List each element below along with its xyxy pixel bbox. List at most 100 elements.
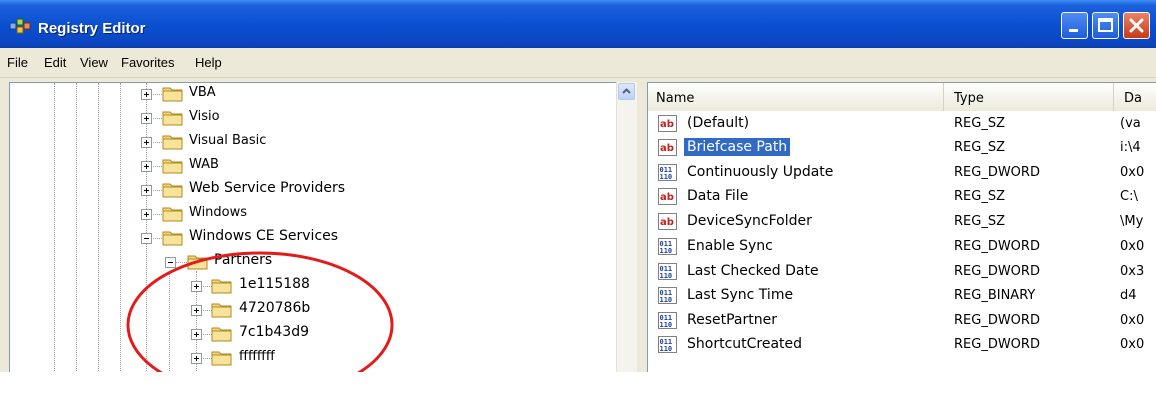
value-data: 0x0	[1120, 165, 1145, 180]
svg-text:110: 110	[660, 321, 673, 329]
tree-item-visio[interactable]: Visio	[10, 107, 610, 129]
window-title: Registry Editor	[38, 20, 146, 37]
value-type: REG_SZ	[954, 116, 1005, 131]
menu-edit[interactable]: Edit	[44, 55, 66, 70]
tree-item-wab[interactable]: WAB	[10, 155, 610, 177]
value-name: ShortcutCreated	[687, 336, 803, 352]
registry-value-row[interactable]: 011 110 Enable Sync REG_DWORD 0x0	[648, 236, 1156, 260]
registry-editor-app-icon	[9, 18, 31, 34]
tree-item-label: Web Service Providers	[189, 180, 346, 196]
value-type: REG_DWORD	[954, 165, 1040, 180]
svg-text:110: 110	[660, 173, 673, 181]
minimize-button[interactable]	[1061, 12, 1088, 39]
registry-value-row[interactable]: 011 110 Last Sync Time REG_BINARY d4	[648, 285, 1156, 309]
folder-icon	[162, 159, 183, 174]
value-name: Briefcase Path	[684, 138, 791, 156]
value-type: REG_DWORD	[954, 264, 1040, 279]
svg-text:110: 110	[660, 272, 673, 280]
expand-plus-icon[interactable]	[141, 137, 152, 148]
scroll-up-button[interactable]	[618, 83, 635, 100]
svg-text:ab: ab	[660, 143, 674, 154]
value-name: Last Sync Time	[687, 287, 794, 303]
tree-item-vba[interactable]: VBA	[10, 83, 610, 105]
expand-plus-icon[interactable]	[141, 161, 152, 172]
svg-text:110: 110	[660, 247, 673, 255]
value-type: REG_DWORD	[954, 313, 1040, 328]
folder-icon	[162, 111, 183, 126]
menu-help[interactable]: Help	[195, 55, 222, 70]
close-button[interactable]	[1123, 12, 1150, 39]
tree-item-visual-basic[interactable]: Visual Basic	[10, 131, 610, 153]
value-type: REG_DWORD	[954, 239, 1040, 254]
expand-plus-icon[interactable]	[141, 185, 152, 196]
tree-item-label: WAB	[189, 157, 219, 172]
registry-value-row[interactable]: ab DeviceSyncFolder REG_SZ \My	[648, 211, 1156, 235]
binary-value-icon: 011110	[658, 238, 677, 255]
svg-text:ab: ab	[660, 192, 674, 203]
value-data: (va	[1120, 116, 1141, 131]
tree-vertical-scrollbar[interactable]	[616, 82, 637, 372]
registry-value-row[interactable]: 011 110 Continuously Update REG_DWORD 0x0	[648, 162, 1156, 186]
svg-text:ab: ab	[660, 217, 674, 228]
close-icon	[1129, 18, 1144, 33]
value-type: REG_DWORD	[954, 337, 1040, 352]
annotation-circle	[126, 251, 394, 372]
menu-file[interactable]: File	[7, 55, 28, 70]
column-header-name[interactable]: Name	[648, 83, 944, 111]
value-name: (Default)	[687, 115, 750, 131]
string-value-icon: ab	[658, 213, 677, 230]
registry-value-row[interactable]: ab Data File REG_SZ C:\	[648, 186, 1156, 210]
value-data: \My	[1120, 214, 1144, 229]
tree-item-web-service-providers[interactable]: Web Service Providers	[10, 179, 610, 201]
column-header-label: Da	[1124, 91, 1142, 106]
value-name: ResetPartner	[687, 312, 777, 328]
folder-icon	[162, 183, 183, 198]
pane-splitter[interactable]	[637, 82, 647, 372]
value-name: Continuously Update	[687, 164, 834, 180]
maximize-icon	[1098, 18, 1113, 32]
expand-plus-icon[interactable]	[141, 113, 152, 124]
registry-value-row[interactable]: 011 110 ShortcutCreated REG_DWORD 0x0	[648, 334, 1156, 358]
value-data: 0x0	[1120, 313, 1145, 328]
value-type: REG_BINARY	[954, 288, 1036, 303]
value-data: d4	[1120, 288, 1137, 303]
column-header-data[interactable]: Da	[1114, 83, 1156, 111]
menu-view[interactable]: View	[80, 55, 108, 70]
binary-value-icon: 011110	[658, 287, 677, 304]
registry-values-list[interactable]: Name Type Da ab (Default) REG_SZ (va ab Brief…	[647, 82, 1156, 372]
registry-value-row[interactable]: ab (Default) REG_SZ (va	[648, 113, 1156, 137]
title-bar[interactable]: Registry Editor	[0, 0, 1156, 48]
value-data: i:\4	[1120, 140, 1141, 155]
value-data: 0x0	[1120, 337, 1145, 352]
binary-value-icon: 011110	[658, 312, 677, 329]
chevron-up-icon	[622, 88, 631, 94]
string-value-icon: ab	[658, 188, 677, 205]
value-type: REG_SZ	[954, 214, 1005, 229]
menu-favorites[interactable]: Favorites	[121, 55, 174, 70]
value-data: C:\	[1120, 189, 1138, 204]
value-data: 0x0	[1120, 239, 1145, 254]
value-type: REG_SZ	[954, 140, 1005, 155]
tree-item-label: VBA	[189, 85, 216, 100]
svg-text:110: 110	[660, 296, 673, 304]
registry-value-row[interactable]: ab Briefcase Path REG_SZ i:\4	[648, 137, 1156, 161]
svg-text:ab: ab	[660, 119, 674, 130]
tree-item-label: Visio	[189, 109, 220, 124]
value-name: Enable Sync	[687, 238, 773, 254]
expand-plus-icon[interactable]	[141, 89, 152, 100]
folder-icon	[162, 135, 183, 150]
registry-value-row[interactable]: 011 110 ResetPartner REG_DWORD 0x0	[648, 310, 1156, 334]
registry-value-row[interactable]: 011 110 Last Checked Date REG_DWORD 0x3	[648, 261, 1156, 285]
value-name: Data File	[687, 188, 749, 204]
column-header-label: Name	[656, 91, 695, 106]
binary-value-icon: 011110	[658, 336, 677, 353]
value-type: REG_SZ	[954, 189, 1005, 204]
column-header-label: Type	[954, 91, 984, 106]
minimize-icon	[1069, 29, 1078, 32]
svg-text:110: 110	[660, 345, 673, 353]
tree-item-label: Visual Basic	[189, 133, 267, 148]
column-header-type[interactable]: Type	[944, 83, 1114, 111]
string-value-icon: ab	[658, 139, 677, 156]
maximize-button[interactable]	[1092, 12, 1119, 39]
registry-editor-window: Registry Editor File Edit View Favorites…	[0, 0, 1156, 372]
